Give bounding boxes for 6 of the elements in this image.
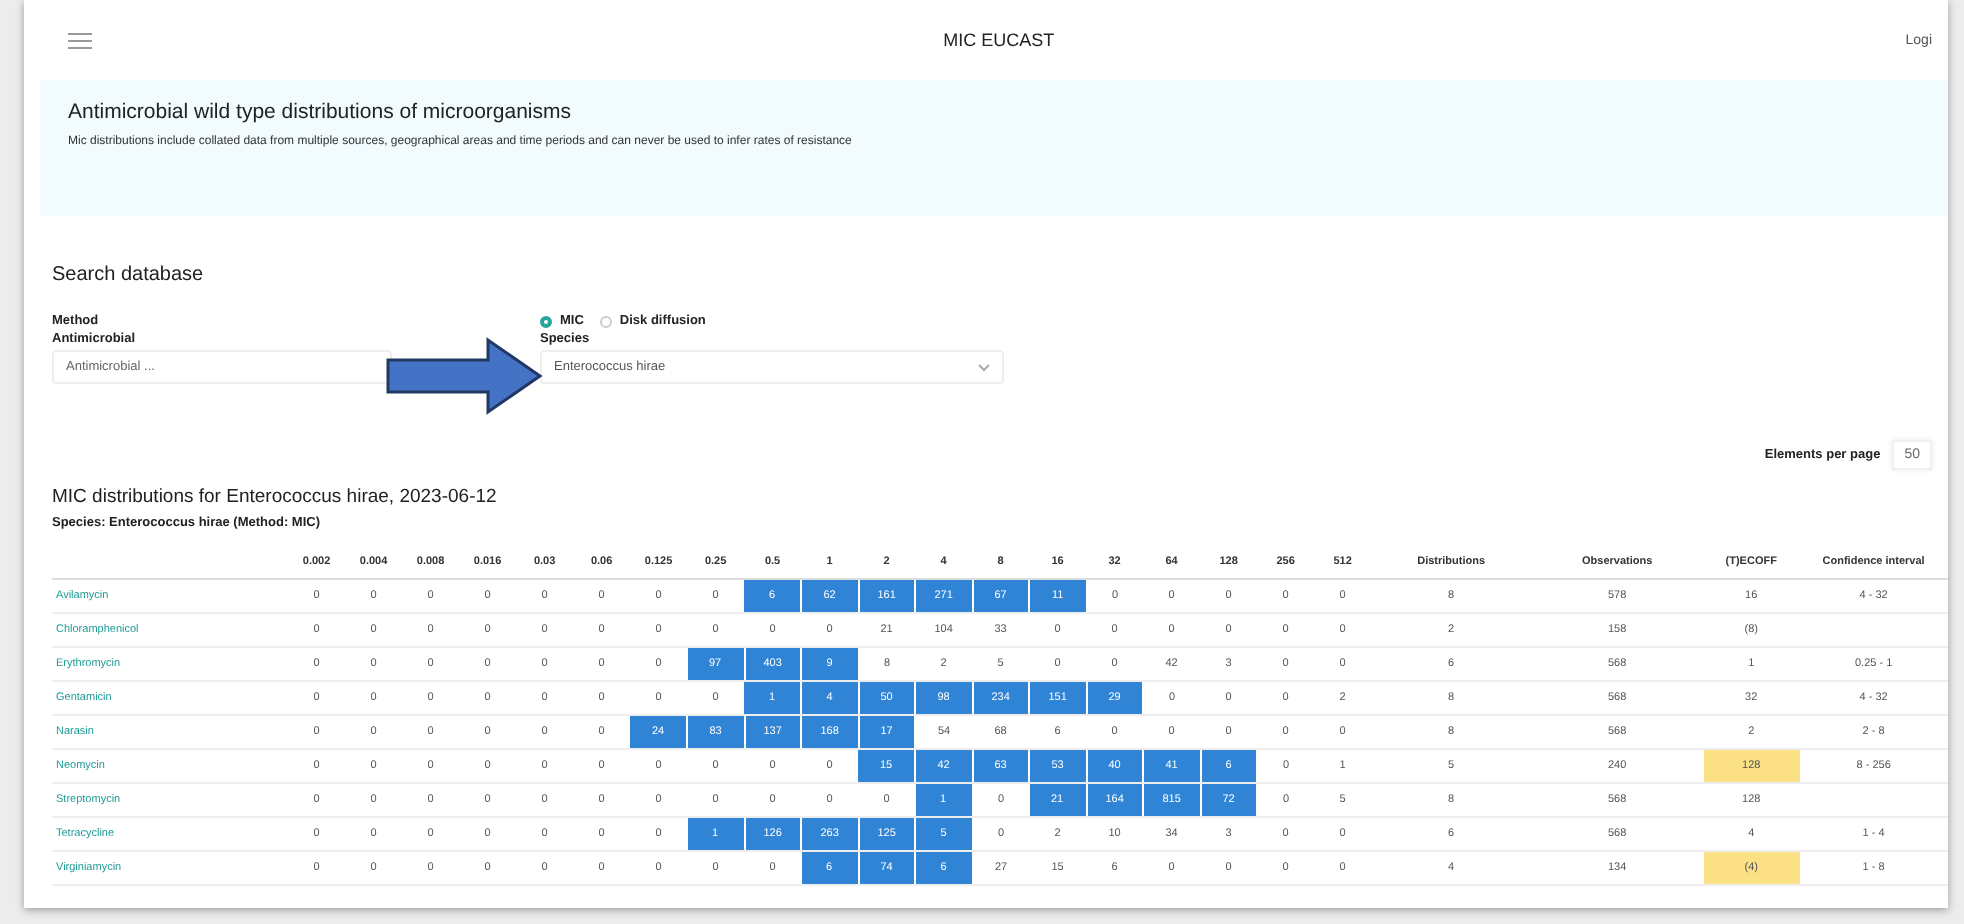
results-title: MIC distributions for Enterococcus hirae, 2023-06-12	[52, 486, 499, 508]
chevron-icon	[978, 363, 990, 371]
app-title: MIC EUCAST	[943, 30, 1055, 50]
info-title: Antimicrobial wild type distributions of microorganisms	[68, 100, 574, 124]
section-title: Search database	[52, 264, 206, 286]
menu-icon[interactable]	[68, 31, 92, 49]
